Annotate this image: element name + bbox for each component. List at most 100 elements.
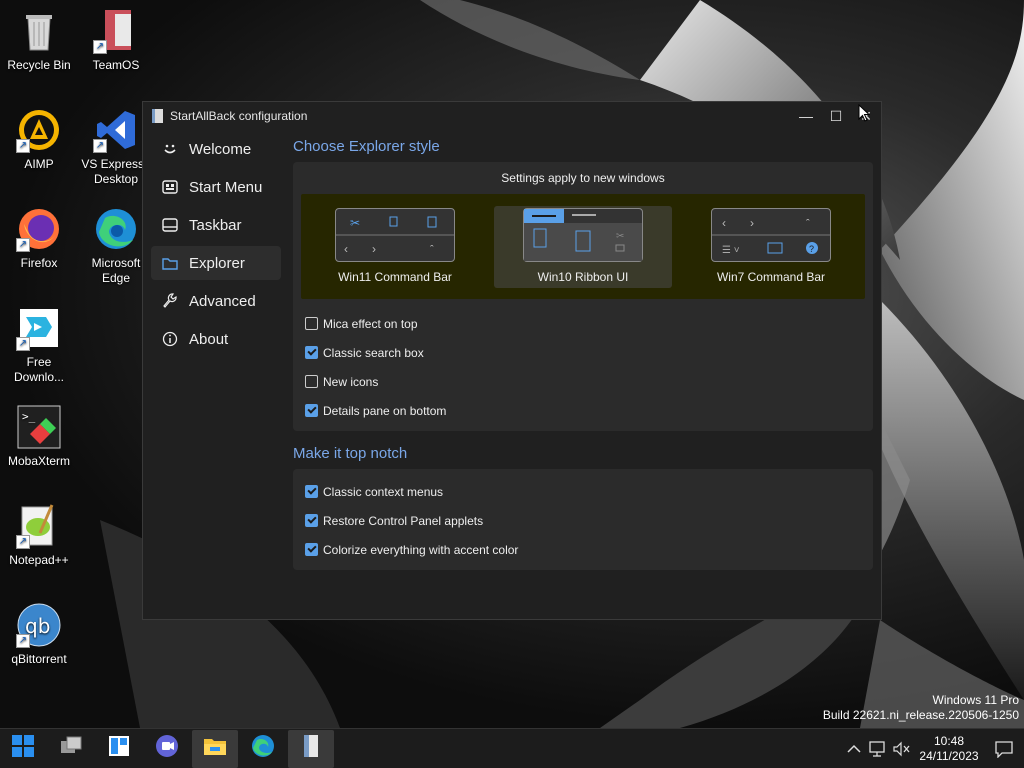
desktop-icon-mobaxterm[interactable]: >_ MobaXterm xyxy=(0,404,78,469)
svg-text:✂: ✂ xyxy=(616,231,624,242)
start-button[interactable] xyxy=(0,730,46,768)
taskbar-startallback[interactable] xyxy=(288,729,334,768)
svg-text:‹: ‹ xyxy=(722,216,726,230)
shortcut-arrow-icon: ↗ xyxy=(93,139,107,153)
recycle-bin-icon xyxy=(16,8,62,54)
notification-icon[interactable] xyxy=(984,729,1024,768)
option-label: Colorize everything with accent color xyxy=(323,542,519,557)
shortcut-arrow-icon: ↗ xyxy=(93,40,107,54)
desktop-icon-qbittorrent[interactable]: qb ↗ qBittorrent xyxy=(0,602,78,667)
option-restore-control-panel[interactable]: Restore Control Panel applets xyxy=(293,506,873,535)
option-colorize-accent[interactable]: Colorize everything with accent color xyxy=(293,535,873,564)
desktop-icon-label: TeamOS xyxy=(92,58,140,72)
desktop-icon-firefox[interactable]: ↗ Firefox xyxy=(0,206,78,271)
startallback-window: StartAllBack configuration — ☐ ✕ Welcome… xyxy=(142,101,882,620)
explorer-style-panel: Settings apply to new windows ✂ ‹ › ˆ Win11… xyxy=(293,162,873,431)
option-label: New icons xyxy=(323,374,379,389)
chevron-up-icon[interactable] xyxy=(842,729,866,768)
firefox-icon: ↗ xyxy=(16,206,62,252)
option-label: Classic search box xyxy=(323,345,424,360)
windows-logo-icon xyxy=(12,735,34,762)
sidebar-item-about[interactable]: About xyxy=(151,322,281,356)
desktop-icon-label: Free Downlo... xyxy=(13,355,65,384)
taskbar-file-explorer[interactable] xyxy=(192,729,238,768)
smile-icon xyxy=(161,140,179,158)
sidebar-item-label: Advanced xyxy=(189,292,256,310)
explorer-style-selector: ✂ ‹ › ˆ Win11 Command Bar ✂ Win10 Ribbon UI… xyxy=(301,194,865,299)
desktop-icon-free-download-manager[interactable]: ↗ Free Downlo... xyxy=(0,305,78,385)
desktop-icon-label: Notepad++ xyxy=(9,553,69,567)
sidebar-item-start-menu[interactable]: Start Menu xyxy=(151,170,281,204)
sidebar-item-advanced[interactable]: Advanced xyxy=(151,284,281,318)
checkbox-checked[interactable] xyxy=(305,346,318,359)
widgets-icon xyxy=(108,735,130,762)
mobaxterm-icon: >_ xyxy=(16,404,62,450)
taskbar-teams[interactable] xyxy=(144,730,190,768)
start-menu-icon xyxy=(161,178,179,196)
system-tray: 10:48 24/11/2023 xyxy=(842,729,1024,768)
sidebar-item-label: Start Menu xyxy=(189,178,263,196)
checkbox-checked[interactable] xyxy=(305,514,318,527)
option-classic-context-menus[interactable]: Classic context menus xyxy=(293,477,873,506)
minimize-button[interactable]: — xyxy=(791,102,821,130)
maximize-button[interactable]: ☐ xyxy=(821,102,851,130)
taskbar-clock[interactable]: 10:48 24/11/2023 xyxy=(914,734,984,764)
option-classic-search-box[interactable]: Classic search box xyxy=(293,338,873,367)
qbittorrent-icon: qb ↗ xyxy=(16,602,62,648)
sidebar-item-label: Explorer xyxy=(189,254,245,272)
section-title-explorer-style: Choose Explorer style xyxy=(293,138,440,155)
sidebar-item-taskbar[interactable]: Taskbar xyxy=(151,208,281,242)
style-option-win11[interactable]: ✂ ‹ › ˆ Win11 Command Bar xyxy=(306,206,484,288)
desktop-icon-recycle-bin[interactable]: Recycle Bin xyxy=(0,8,78,73)
desktop-icon-aimp[interactable]: ↗ AIMP xyxy=(0,107,78,172)
taskbar-task-view[interactable] xyxy=(48,730,94,768)
shortcut-arrow-icon: ↗ xyxy=(16,535,30,549)
desktop-icon-notepadpp[interactable]: ↗ Notepad++ xyxy=(0,503,78,568)
option-details-pane-bottom[interactable]: Details pane on bottom xyxy=(293,396,873,425)
svg-text:‹: ‹ xyxy=(344,242,348,256)
style-option-win10[interactable]: ✂ Win10 Ribbon UI xyxy=(494,205,672,288)
panel-subtitle: Settings apply to new windows xyxy=(501,171,665,185)
desktop-icon-label: Recycle Bin xyxy=(7,58,71,72)
win7-command-bar-preview-icon: ‹ › ˆ ☰ ˅? xyxy=(711,207,831,262)
sidebar-item-welcome[interactable]: Welcome xyxy=(151,132,281,166)
sidebar-item-label: Taskbar xyxy=(189,216,242,234)
startallback-app-icon xyxy=(152,109,163,123)
desktop-icon-label: Firefox xyxy=(20,256,58,270)
option-new-icons[interactable]: New icons xyxy=(293,367,873,396)
taskbar-edge[interactable] xyxy=(240,730,286,768)
option-label: Mica effect on top xyxy=(323,316,418,331)
desktop-icon-teamos[interactable]: ↗ TeamOS xyxy=(77,8,155,73)
taskbar-icon xyxy=(161,216,179,234)
desktop-icon-label: qBittorrent xyxy=(11,652,67,666)
folder-icon xyxy=(161,254,179,272)
option-mica-effect[interactable]: Mica effect on top xyxy=(293,309,873,338)
option-label: Restore Control Panel applets xyxy=(323,513,484,528)
top-notch-panel: Classic context menus Restore Control Pa… xyxy=(293,469,873,570)
window-title: StartAllBack configuration xyxy=(170,109,308,123)
sidebar: Welcome Start Menu Taskbar Explorer Adva… xyxy=(151,132,281,360)
title-bar[interactable]: StartAllBack configuration xyxy=(143,102,881,130)
svg-text:☰ ˅: ☰ ˅ xyxy=(722,245,740,256)
section-title-top-notch: Make it top notch xyxy=(293,445,408,462)
volume-muted-icon[interactable] xyxy=(890,729,914,768)
sidebar-item-label: Welcome xyxy=(189,140,252,158)
option-label: Details pane on bottom xyxy=(323,403,447,418)
teamos-icon: ↗ xyxy=(93,8,139,54)
checkbox-checked[interactable] xyxy=(305,485,318,498)
style-option-win7[interactable]: ‹ › ˆ ☰ ˅? Win7 Command Bar xyxy=(682,206,860,288)
checkbox[interactable] xyxy=(305,317,318,330)
checkbox[interactable] xyxy=(305,375,318,388)
checkbox-checked[interactable] xyxy=(305,404,318,417)
win10-ribbon-preview-icon: ✂ xyxy=(523,207,643,262)
desktop-icon-label: AIMP xyxy=(24,157,54,171)
svg-text:›: › xyxy=(372,242,376,256)
mouse-cursor-icon xyxy=(858,103,871,128)
svg-text:✂: ✂ xyxy=(350,216,360,230)
explorer-settings: Choose Explorer style Settings apply to … xyxy=(293,132,873,584)
notepadpp-icon: ↗ xyxy=(16,503,62,549)
taskbar-widgets[interactable] xyxy=(96,730,142,768)
sidebar-item-explorer[interactable]: Explorer xyxy=(151,246,281,280)
network-icon[interactable] xyxy=(866,729,890,768)
checkbox-checked[interactable] xyxy=(305,543,318,556)
